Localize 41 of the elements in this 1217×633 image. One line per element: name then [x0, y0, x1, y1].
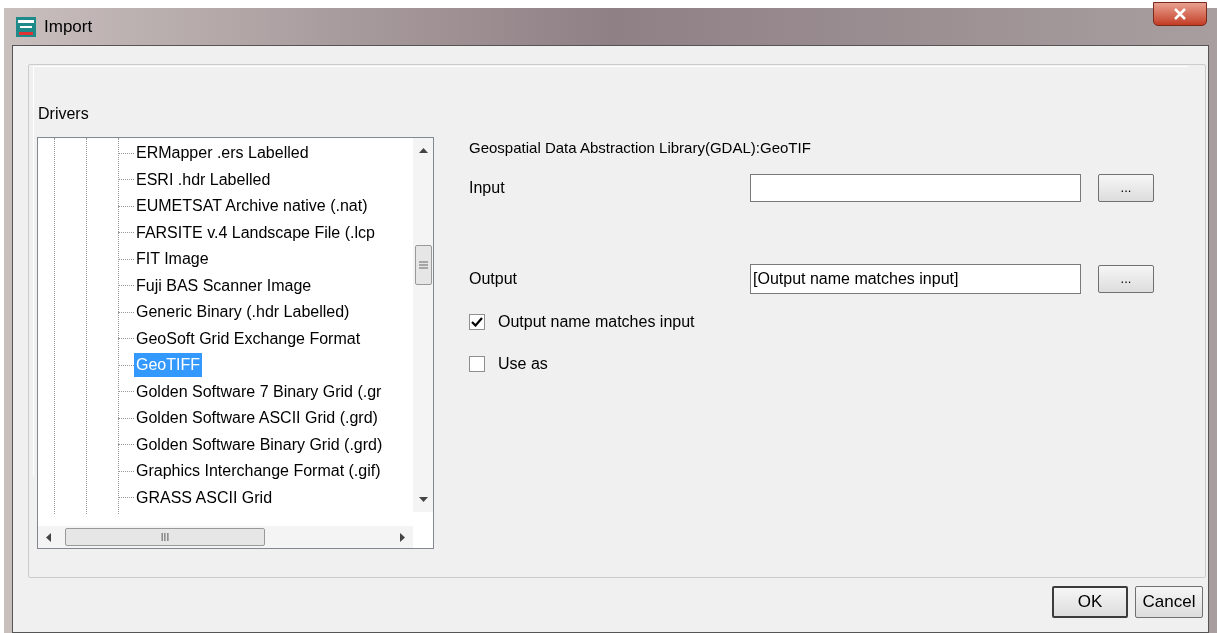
close-button[interactable]	[1153, 2, 1207, 26]
tree-item[interactable]: Golden Software ASCII Grid (.grd)	[134, 406, 380, 431]
check-icon	[471, 317, 483, 327]
input-label: Input	[469, 178, 506, 198]
checkbox-label: Use as	[498, 354, 548, 374]
tree-item[interactable]: ESRI .hdr Labelled	[134, 167, 273, 192]
checkbox[interactable]	[469, 314, 485, 330]
scroll-thumb[interactable]: III	[65, 528, 265, 546]
scroll-thumb[interactable]	[414, 245, 432, 285]
input-field[interactable]	[750, 174, 1081, 202]
tree-item[interactable]: GRASS ASCII Grid	[134, 485, 275, 510]
app-icon	[16, 16, 36, 37]
checkbox[interactable]	[469, 356, 485, 372]
horizontal-scrollbar[interactable]: III	[38, 526, 413, 548]
close-icon	[1174, 8, 1186, 20]
drivers-label: Drivers	[38, 105, 89, 122]
browse-button[interactable]: ...	[1098, 265, 1154, 293]
down-arrow-icon	[418, 497, 428, 502]
tree-item[interactable]: Golden Software 7 Binary Grid (.gr	[134, 379, 384, 404]
window-title: Import	[44, 15, 93, 38]
tree-item[interactable]: FARSITE v.4 Landscape File (.lcp	[134, 220, 377, 245]
output-field[interactable]: [Output name matches input]	[750, 264, 1081, 294]
vertical-scrollbar[interactable]	[413, 138, 433, 512]
driver-description: Geospatial Data Abstraction Library(GDAL):GeoTIF	[469, 138, 812, 157]
checkbox-label: Output name matches input	[498, 312, 695, 332]
tree-item[interactable]: Graphics Interchange Format (.gif)	[134, 459, 383, 484]
right-arrow-icon	[400, 532, 405, 542]
output-label: Output	[469, 269, 519, 289]
left-arrow-icon	[46, 532, 51, 542]
grip-icon	[418, 261, 428, 269]
tree-item[interactable]: Fuji BAS Scanner Image	[134, 273, 314, 298]
tree-item[interactable]: Golden Software Binary Grid (.grd)	[134, 432, 385, 457]
browse-button[interactable]: ...	[1098, 174, 1154, 202]
tree-item[interactable]: FIT Image	[134, 247, 211, 272]
tree-item[interactable]: Generic Binary (.hdr Labelled)	[134, 300, 352, 325]
dialog-button[interactable]: Cancel	[1135, 586, 1203, 618]
tree-item[interactable]: GeoSoft Grid Exchange Format	[134, 326, 363, 351]
dialog-button[interactable]: OK	[1052, 586, 1128, 618]
up-arrow-icon	[418, 148, 428, 153]
tree-item[interactable]: ERMapper .ers Labelled	[134, 141, 311, 166]
tree-item[interactable]: EUMETSAT Archive native (.nat)	[134, 194, 370, 219]
